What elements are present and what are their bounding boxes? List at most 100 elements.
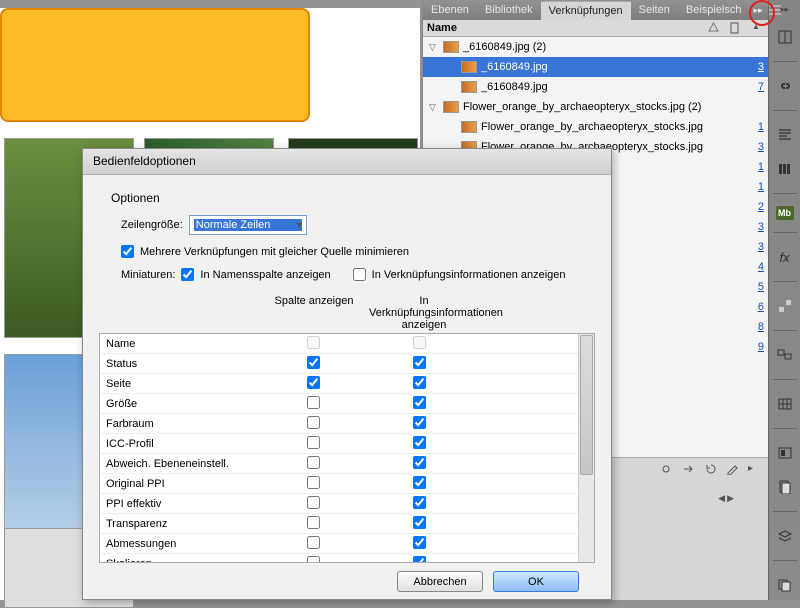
disclosure-icon[interactable]: ▽ xyxy=(429,42,439,53)
link-page[interactable]: 1 xyxy=(744,121,764,133)
option-label: Größe xyxy=(100,398,260,410)
link-page[interactable]: 3 xyxy=(744,241,764,253)
link-name: _6160849.jpg (2) xyxy=(463,41,744,53)
pages-icon[interactable] xyxy=(773,475,797,499)
option-row: Transparenz xyxy=(100,514,578,534)
show-column-checkbox[interactable] xyxy=(307,516,320,529)
show-info-checkbox[interactable] xyxy=(413,556,426,563)
minimize-checkbox[interactable] xyxy=(121,245,134,258)
row-size-value: Normale Zeilen xyxy=(194,219,302,231)
page-column-icon[interactable] xyxy=(730,22,742,34)
option-row: Skalieren xyxy=(100,554,578,562)
link-row[interactable]: ▽ _6160849.jpg (2) xyxy=(423,37,768,57)
panel-menu-icon[interactable] xyxy=(769,1,781,19)
show-info-checkbox[interactable] xyxy=(413,416,426,429)
status-column-icon[interactable] xyxy=(708,22,720,34)
thumbs-info-checkbox[interactable] xyxy=(353,268,366,281)
options-section-label: Optionen xyxy=(111,191,595,205)
show-info-checkbox[interactable] xyxy=(413,496,426,509)
show-column-checkbox[interactable] xyxy=(307,476,320,489)
show-info-checkbox[interactable] xyxy=(413,396,426,409)
show-column-checkbox[interactable] xyxy=(307,416,320,429)
option-row: PPI effektiv xyxy=(100,494,578,514)
link-row[interactable]: _6160849.jpg3 xyxy=(423,57,768,77)
tabs-overflow-icon[interactable]: ▸▸ xyxy=(750,5,767,16)
link-page[interactable]: 9 xyxy=(744,341,764,353)
text-wrap-icon[interactable] xyxy=(773,441,797,465)
link-page[interactable]: 1 xyxy=(744,161,764,173)
edit-original-icon[interactable] xyxy=(726,463,740,475)
tab-layers[interactable]: Ebenen xyxy=(423,1,477,19)
show-info-checkbox[interactable] xyxy=(413,536,426,549)
link-page[interactable]: 8 xyxy=(744,321,764,333)
option-row: ICC-Profil xyxy=(100,434,578,454)
link-page[interactable]: 4 xyxy=(744,261,764,273)
show-column-checkbox[interactable] xyxy=(307,436,320,449)
object-styles-icon[interactable] xyxy=(773,343,797,367)
options-scrollbar[interactable] xyxy=(578,334,594,562)
link-row[interactable]: Flower_orange_by_archaeopteryx_stocks.jp… xyxy=(423,117,768,137)
tab-samples[interactable]: Beispielsch xyxy=(678,1,750,19)
show-info-checkbox[interactable] xyxy=(413,376,426,389)
sort-icon[interactable]: ▲ xyxy=(752,22,764,34)
show-column-checkbox[interactable] xyxy=(307,536,320,549)
link-row[interactable]: _6160849.jpg7 xyxy=(423,77,768,97)
goto-link-icon[interactable] xyxy=(682,463,696,475)
thumbs-name-checkbox[interactable] xyxy=(181,268,194,281)
orange-frame[interactable] xyxy=(0,8,310,122)
show-column-checkbox[interactable] xyxy=(307,356,320,369)
option-label: Farbraum xyxy=(100,418,260,430)
show-info-checkbox[interactable] xyxy=(413,456,426,469)
option-row: Seite xyxy=(100,374,578,394)
tab-pages[interactable]: Seiten xyxy=(631,1,678,19)
paragraph-icon[interactable] xyxy=(773,123,797,147)
link-page[interactable]: 7 xyxy=(744,81,764,93)
show-info-checkbox[interactable] xyxy=(413,356,426,369)
show-column-checkbox[interactable] xyxy=(307,496,320,509)
show-column-checkbox[interactable] xyxy=(307,556,320,563)
link-page[interactable]: 3 xyxy=(744,141,764,153)
option-label: Abweich. Ebeneneinstell. xyxy=(100,458,260,470)
options-table: NameStatusSeiteGrößeFarbraumICC-ProfilAb… xyxy=(99,333,595,563)
collapse-dock-icon[interactable]: ▸▸ xyxy=(780,4,789,15)
link-row[interactable]: ▽Flower_orange_by_archaeopteryx_stocks.j… xyxy=(423,97,768,117)
row-size-dropdown[interactable]: Normale Zeilen ▼ xyxy=(189,215,307,235)
link-page[interactable]: 1 xyxy=(744,181,764,193)
link-page[interactable]: 2 xyxy=(744,201,764,213)
relink-icon[interactable] xyxy=(660,463,674,475)
link-page[interactable]: 3 xyxy=(744,221,764,233)
link-page[interactable]: 6 xyxy=(744,301,764,313)
link-page[interactable]: 5 xyxy=(744,281,764,293)
show-info-checkbox[interactable] xyxy=(413,436,426,449)
option-label: PPI effektiv xyxy=(100,498,260,510)
show-column-checkbox[interactable] xyxy=(307,396,320,409)
link-icon[interactable] xyxy=(773,74,797,98)
minimize-label: Mehrere Verknüpfungen mit gleicher Quell… xyxy=(140,246,409,258)
disclosure-icon[interactable]: ▽ xyxy=(429,102,439,113)
show-info-checkbox[interactable] xyxy=(413,476,426,489)
show-info-checkbox[interactable] xyxy=(413,516,426,529)
tab-links[interactable]: Verknüpfungen xyxy=(541,1,631,20)
panel-scroll-arrows[interactable]: ◀▶ xyxy=(718,493,734,504)
update-link-icon[interactable] xyxy=(704,463,718,475)
footer-more-icon[interactable]: ▸ xyxy=(748,463,762,475)
link-page[interactable]: 3 xyxy=(744,61,764,73)
ok-button[interactable]: OK xyxy=(493,571,579,592)
layers-icon[interactable] xyxy=(773,524,797,548)
option-row: Abmessungen xyxy=(100,534,578,554)
mb-icon[interactable]: Mb xyxy=(776,206,794,220)
library-icon[interactable] xyxy=(773,157,797,181)
show-column-checkbox[interactable] xyxy=(307,456,320,469)
book-icon[interactable] xyxy=(773,25,797,49)
option-label: Abmessungen xyxy=(100,538,260,550)
column-name[interactable]: Name xyxy=(427,22,457,34)
copy-icon[interactable] xyxy=(773,573,797,597)
fx-icon[interactable]: fx xyxy=(773,245,797,269)
swatches-icon[interactable] xyxy=(773,294,797,318)
grid-icon[interactable] xyxy=(773,392,797,416)
tab-library[interactable]: Bibliothek xyxy=(477,1,541,19)
link-thumbnail xyxy=(461,81,477,93)
cancel-button[interactable]: Abbrechen xyxy=(397,571,483,592)
show-column-checkbox[interactable] xyxy=(307,376,320,389)
option-row: Abweich. Ebeneneinstell. xyxy=(100,454,578,474)
